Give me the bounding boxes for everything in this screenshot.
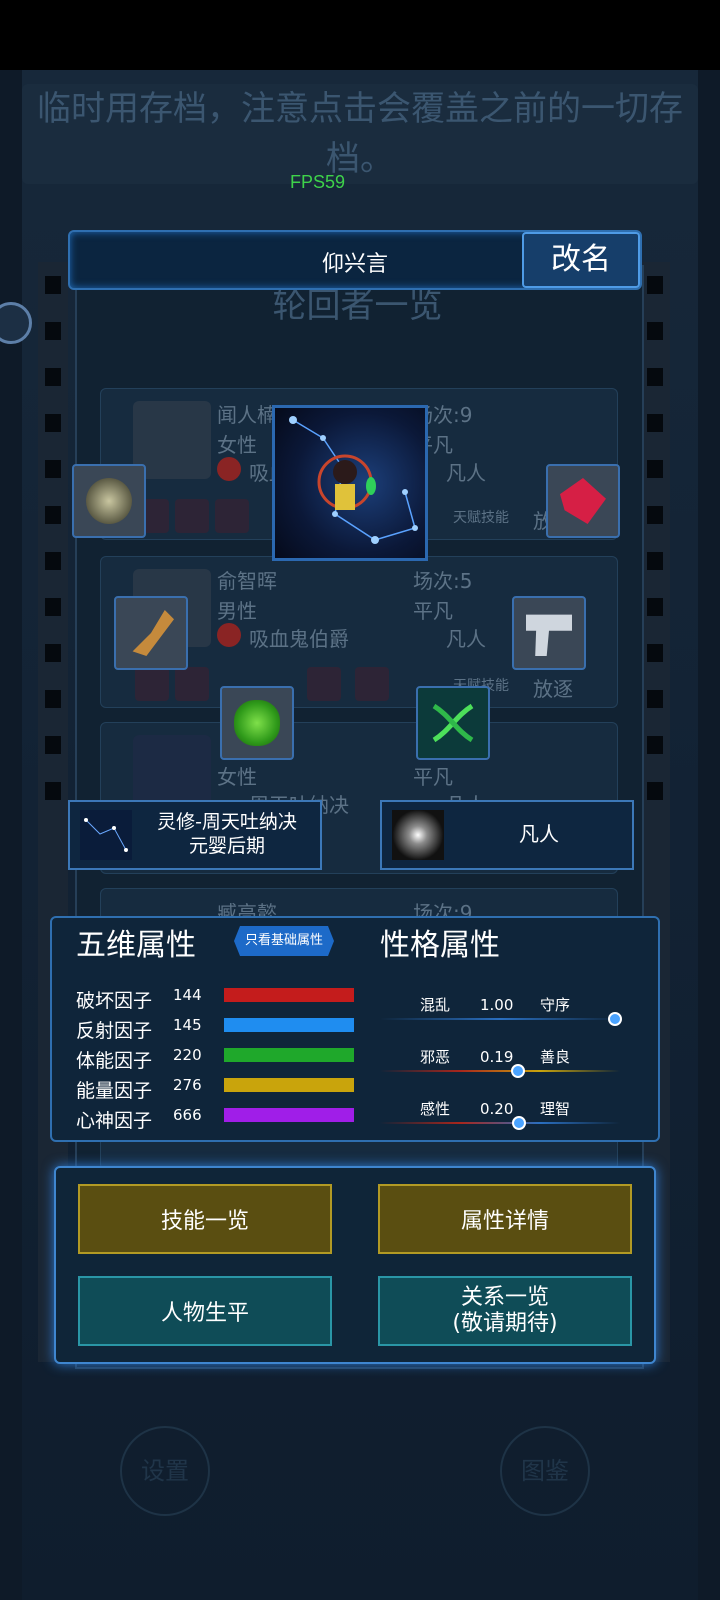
- item-slot[interactable]: [220, 686, 294, 760]
- personality-right-label: 理智: [540, 1100, 571, 1118]
- gem-icon: [135, 667, 169, 701]
- stat-value: 220: [173, 1046, 202, 1064]
- attribute-details-button[interactable]: 属性详情: [378, 1184, 632, 1254]
- personality-slider-knob[interactable]: [512, 1116, 526, 1130]
- dna-helix-icon: [432, 703, 474, 743]
- stat-value: 276: [173, 1076, 202, 1094]
- personality-value: 0.19: [480, 1048, 514, 1066]
- race-label: 凡人: [519, 822, 559, 846]
- gem-icon: [307, 667, 341, 701]
- personality-right-label: 善良: [540, 1048, 571, 1066]
- personality-slider-track: [380, 1122, 620, 1124]
- item-slot[interactable]: [416, 686, 490, 760]
- personality-slider-knob[interactable]: [510, 1064, 525, 1078]
- five-dimension-title: 五维属性: [76, 928, 196, 963]
- stat-bar: [224, 1018, 354, 1032]
- exile-button[interactable]: 放逐: [533, 673, 573, 702]
- list-item-scene: 场次:5: [413, 569, 473, 593]
- skills-overview-button[interactable]: 技能一览: [78, 1184, 332, 1254]
- personality-right-label: 守序: [540, 996, 571, 1014]
- gem-icon: [175, 667, 209, 701]
- stat-label: 体能因子: [76, 1050, 153, 1072]
- stat-label: 破坏因子: [76, 990, 153, 1012]
- stat-label: 反射因子: [76, 1020, 153, 1042]
- raygun-icon: [526, 614, 572, 656]
- green-ore-icon: [234, 700, 280, 746]
- talent-icon: [217, 457, 241, 481]
- status-bar: [0, 0, 720, 70]
- rename-button[interactable]: 改名: [522, 232, 640, 288]
- list-item-rank: 平凡: [413, 765, 453, 789]
- gem-icon: [175, 499, 209, 533]
- talent-skill-label: 天赋技能: [453, 510, 509, 526]
- constellation-icon: [80, 810, 132, 860]
- item-slot[interactable]: [72, 464, 146, 538]
- stat-label: 心神因子: [76, 1110, 153, 1132]
- stat-value: 666: [173, 1106, 202, 1124]
- list-item-talent: 吸血鬼伯爵: [249, 627, 349, 651]
- cultivation-box[interactable]: 灵修-周天吐纳决 元婴后期: [68, 800, 322, 870]
- personality-value: 0.20: [480, 1100, 514, 1118]
- gem-icon: [355, 667, 389, 701]
- sparkle-icon: [392, 810, 444, 860]
- item-slot[interactable]: [114, 596, 188, 670]
- stat-label: 能量因子: [76, 1080, 153, 1102]
- personality-slider-knob[interactable]: [608, 1012, 622, 1026]
- stat-bar: [224, 988, 354, 1002]
- cultivation-method: 灵修-周天吐纳决: [157, 811, 297, 833]
- personality-slider-track: [380, 1018, 620, 1020]
- relations-coming-soon: (敬请期待): [452, 1311, 558, 1336]
- save-notice: 临时用存档，注意点击会覆盖之前的一切存档。: [22, 84, 698, 184]
- personality-slider-track: [380, 1070, 620, 1072]
- stat-bar: [224, 1078, 354, 1092]
- stat-value: 144: [173, 986, 202, 1004]
- list-item-rank: 平凡: [413, 599, 453, 623]
- stat-bar: [224, 1048, 354, 1062]
- basic-attributes-toggle[interactable]: 只看基础属性: [234, 926, 334, 956]
- list-item-gender: 女性: [217, 433, 257, 457]
- red-crystal-icon: [560, 478, 606, 524]
- biography-button[interactable]: 人物生平: [78, 1276, 332, 1346]
- list-item-gender: 女性: [217, 765, 257, 789]
- personality-title: 性格属性: [380, 928, 500, 963]
- item-slot[interactable]: [512, 596, 586, 670]
- stat-bar: [224, 1108, 354, 1122]
- personality-left-label: 感性: [420, 1100, 451, 1118]
- personality-left-label: 邪恶: [420, 1048, 451, 1066]
- rock-icon: [86, 478, 132, 524]
- settings-button[interactable]: 设置: [120, 1426, 210, 1516]
- relations-button[interactable]: 关系一览 (敬请期待): [378, 1276, 632, 1346]
- gallery-button[interactable]: 图鉴: [500, 1426, 590, 1516]
- talent-icon: [217, 623, 241, 647]
- relations-label: 关系一览: [460, 1285, 549, 1310]
- claw-icon: [132, 610, 174, 656]
- stat-value: 145: [173, 1016, 202, 1034]
- list-item-name: 俞智晖: [217, 569, 277, 593]
- list-item-rank2: 凡人: [446, 627, 486, 651]
- fps-counter: FPS59: [290, 172, 346, 192]
- character-portrait[interactable]: [272, 405, 428, 561]
- cultivation-stage: 元婴后期: [188, 835, 265, 857]
- personality-left-label: 混乱: [420, 996, 451, 1014]
- list-item-rank2: 凡人: [446, 461, 486, 485]
- list-item-gender: 男性: [217, 599, 257, 623]
- race-box[interactable]: 凡人: [380, 800, 634, 870]
- item-slot[interactable]: [546, 464, 620, 538]
- gem-icon: [215, 499, 249, 533]
- constellation-icon: [289, 416, 418, 544]
- personality-value: 1.00: [480, 996, 514, 1014]
